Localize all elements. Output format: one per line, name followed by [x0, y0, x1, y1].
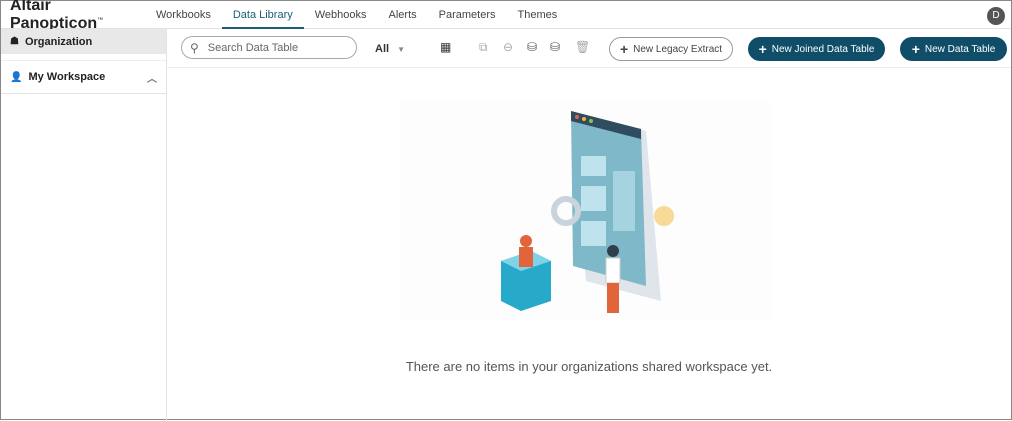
sidebar-item-organization[interactable]: ☗ Organization [1, 29, 166, 54]
tab-themes[interactable]: Themes [507, 1, 569, 29]
delete-icon[interactable]: 🗑 [575, 40, 590, 54]
sidebar: ☗ Organization 👤 My Workspace ︿ [1, 29, 167, 421]
chevron-up-icon[interactable]: ︿ [147, 70, 157, 85]
tab-data-library[interactable]: Data Library [221, 1, 304, 29]
plus-icon: + [619, 41, 629, 57]
toolbar: ⚲ Search Data Table All ▼ ▦ ⧉ ⊖ ⛁ ⛁ 🗑 + New… [167, 29, 1011, 68]
move-icon[interactable]: ⊖ [503, 40, 513, 54]
tab-parameters[interactable]: Parameters [428, 1, 507, 29]
import-database-icon[interactable]: ⛁ [527, 40, 537, 54]
tab-webhooks[interactable]: Webhooks [304, 1, 378, 29]
refresh-database-icon[interactable]: ⛁ [550, 40, 560, 54]
logo: Altair Panopticon™ [10, 0, 104, 32]
top-nav: Altair Panopticon™ Workbooks Data Librar… [1, 0, 1011, 32]
chevron-down-icon: ▼ [397, 45, 405, 54]
new-legacy-extract-button[interactable]: + New Legacy Extract [609, 37, 733, 61]
search-input[interactable]: ⚲ Search Data Table [181, 36, 357, 59]
tab-workbooks[interactable]: Workbooks [145, 1, 222, 29]
user-avatar[interactable]: D [987, 7, 1005, 25]
search-icon: ⚲ [190, 40, 199, 55]
tab-alerts[interactable]: Alerts [378, 1, 428, 29]
filter-select[interactable]: All ▼ [375, 43, 405, 55]
copy-icon[interactable]: ⧉ [479, 40, 488, 55]
sidebar-item-my-workspace[interactable]: 👤 My Workspace ︿ [1, 60, 166, 94]
empty-state-illustration [401, 101, 771, 321]
plus-icon: + [911, 41, 920, 57]
plus-icon: + [758, 41, 767, 57]
grid-view-icon[interactable]: ▦ [440, 40, 451, 54]
hierarchy-icon: ☗ [10, 36, 19, 47]
new-joined-data-table-button[interactable]: + New Joined Data Table [748, 37, 885, 61]
user-icon: 👤 [10, 71, 23, 83]
empty-state-message: There are no items in your organizations… [405, 359, 773, 374]
new-data-table-button[interactable]: + New Data Table [900, 37, 1007, 61]
